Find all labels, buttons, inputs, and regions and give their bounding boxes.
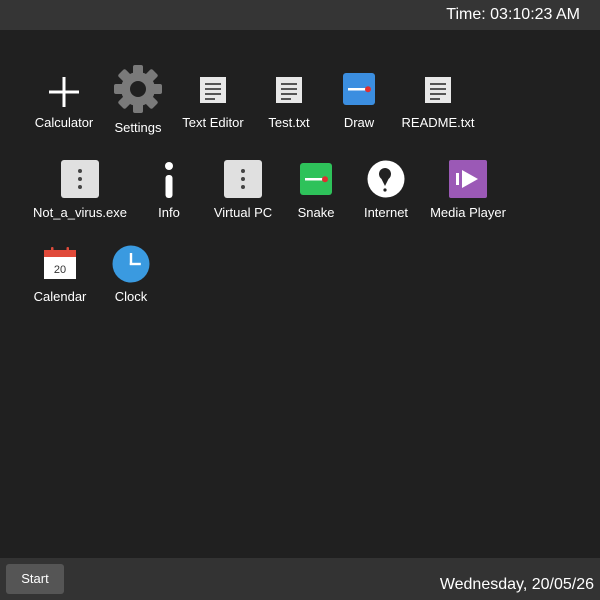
- icon-label: Internet: [363, 205, 409, 220]
- desktop-icon-calendar[interactable]: 20 Calendar: [20, 244, 100, 314]
- top-bar: Time: 03:10:23 AM: [0, 0, 600, 30]
- desktop-icon-not-a-virus-exe[interactable]: Not_a_virus.exe: [33, 158, 127, 228]
- play-icon: [449, 160, 487, 198]
- snake-icon: [300, 163, 332, 195]
- globe-icon: [367, 160, 405, 198]
- icon-label: Draw: [343, 115, 375, 130]
- icon-label: Snake: [297, 205, 335, 220]
- info-icon: [165, 162, 173, 198]
- desktop-icon-settings[interactable]: Settings: [98, 64, 178, 140]
- icon-label: Clock: [114, 289, 148, 304]
- desktop-icon-clock[interactable]: Clock: [91, 244, 171, 314]
- document-icon: [425, 77, 451, 103]
- date-display: Wednesday, 20/05/26: [439, 576, 594, 593]
- icon-label: Virtual PC: [213, 205, 273, 220]
- desktop-icon-readme-txt[interactable]: README.txt: [398, 70, 478, 140]
- icon-label: Settings: [114, 120, 162, 135]
- desktop-icon-draw[interactable]: Draw: [319, 70, 399, 140]
- more-vertical-icon: [224, 160, 262, 198]
- desktop-icon-internet[interactable]: Internet: [346, 158, 426, 228]
- start-button[interactable]: Start: [6, 564, 64, 594]
- icon-label: Not_a_virus.exe: [33, 205, 127, 220]
- icon-label: Media Player: [430, 205, 506, 220]
- more-vertical-icon: [61, 160, 99, 198]
- icon-label: Calculator: [34, 115, 94, 130]
- draw-icon: [343, 73, 375, 105]
- icon-label: README.txt: [401, 115, 475, 130]
- icon-label: Test.txt: [268, 115, 310, 130]
- document-icon: [200, 77, 226, 103]
- clock-icon: [112, 245, 150, 283]
- desktop-icon-calculator[interactable]: Calculator: [24, 70, 104, 140]
- plus-icon: [49, 77, 79, 107]
- time-display: Time: 03:10:23 AM: [446, 6, 580, 23]
- desktop-screen: Time: 03:10:23 AM Calculator Settings Te…: [0, 0, 600, 600]
- taskbar: Start Wednesday, 20/05/26: [0, 558, 600, 600]
- gear-icon: [114, 65, 162, 113]
- icon-label: Info: [158, 205, 180, 220]
- icon-label: Calendar: [33, 289, 87, 304]
- calendar-icon: 20: [44, 247, 76, 279]
- document-icon: [276, 77, 302, 103]
- icon-label: Text Editor: [182, 115, 244, 130]
- desktop-icon-text-editor[interactable]: Text Editor: [173, 70, 253, 140]
- desktop-icon-media-player[interactable]: Media Player: [428, 158, 508, 228]
- desktop-icon-snake[interactable]: Snake: [276, 158, 356, 228]
- desktop-icon-virtual-pc[interactable]: Virtual PC: [203, 158, 283, 228]
- desktop-icon-test-txt[interactable]: Test.txt: [249, 70, 329, 140]
- desktop-icon-info[interactable]: Info: [129, 158, 209, 228]
- calendar-day: 20: [54, 264, 66, 276]
- desktop-area: Calculator Settings Text Editor Test.txt…: [0, 30, 600, 558]
